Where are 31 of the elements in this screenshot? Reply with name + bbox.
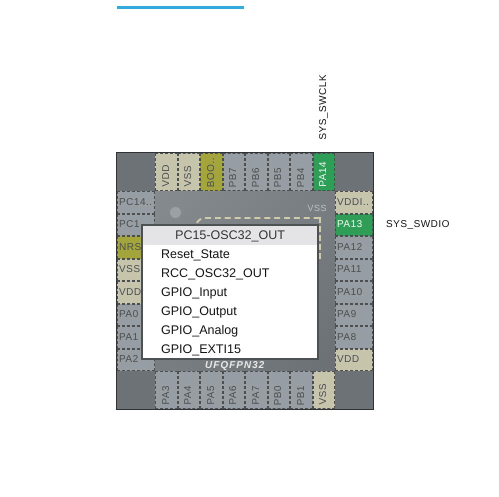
signal-label: SYS_SWDIO: [386, 219, 450, 230]
pin[interactable]: PC14..: [117, 191, 155, 214]
signal-label: SYS_SWCLK: [318, 74, 330, 140]
pin[interactable]: PA8: [335, 326, 373, 348]
pin[interactable]: VDD: [155, 153, 178, 191]
pin[interactable]: VDDI..: [335, 191, 373, 214]
pin[interactable]: VSS: [178, 153, 200, 191]
pin[interactable]: PA4: [178, 371, 200, 409]
package-label: UFQFPN32: [205, 361, 266, 371]
pin[interactable]: VDD: [335, 348, 373, 371]
pin[interactable]: PB5: [268, 153, 290, 191]
pin[interactable]: PA5: [200, 371, 222, 409]
pin[interactable]: PA6: [222, 371, 245, 409]
pin[interactable]: VSS: [312, 371, 335, 409]
pin1-marker: [170, 207, 181, 218]
pin[interactable]: PA7: [245, 371, 268, 409]
pin[interactable]: PA12: [335, 236, 373, 258]
pin[interactable]: PA3: [155, 371, 178, 409]
pin-label: VSS: [307, 203, 327, 213]
pin[interactable]: PA11: [335, 258, 373, 281]
pin[interactable]: BOO..: [200, 153, 222, 191]
menu-title: PC15-OSC32_OUT: [143, 226, 317, 245]
pin[interactable]: PA9: [335, 304, 373, 326]
pin[interactable]: PB4: [290, 153, 312, 191]
pin[interactable]: PA14: [312, 153, 335, 191]
pin[interactable]: PA13: [335, 214, 373, 236]
pin[interactable]: PB1: [290, 371, 312, 409]
pin[interactable]: PB6: [245, 153, 268, 191]
pin[interactable]: PB7: [222, 153, 245, 191]
pin[interactable]: PB0: [268, 371, 290, 409]
pin[interactable]: PA10: [335, 281, 373, 304]
